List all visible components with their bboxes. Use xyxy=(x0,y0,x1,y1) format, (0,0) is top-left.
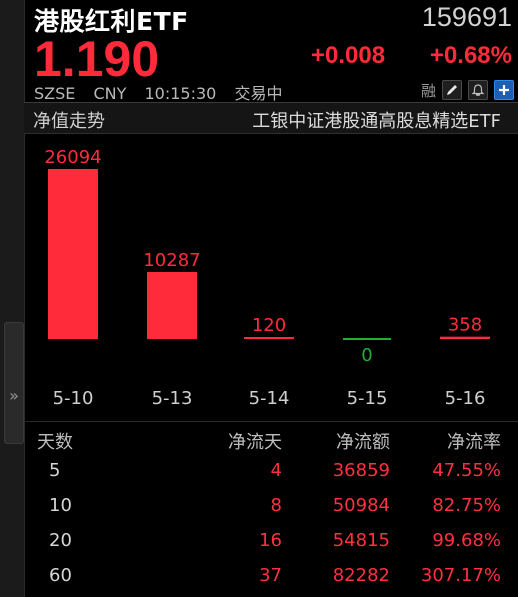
section-title: 净值走势 xyxy=(33,111,105,132)
edit-icon[interactable] xyxy=(442,80,462,100)
category-label: 5-13 xyxy=(152,388,193,409)
left-sidebar: » xyxy=(0,0,25,597)
security-code: 159691 xyxy=(421,2,512,32)
column-header: 净流率 xyxy=(447,432,501,453)
header-actions: 融 xyxy=(421,80,514,100)
data-label: 10287 xyxy=(143,250,200,271)
margin-trading-badge: 融 xyxy=(420,81,436,100)
data-label: 0 xyxy=(361,345,372,366)
bar-5-13 xyxy=(147,271,197,339)
category-label: 5-15 xyxy=(347,388,388,409)
bar-5-10 xyxy=(48,169,98,339)
bar-5-15 xyxy=(343,338,391,340)
column-header: 天数 xyxy=(37,432,73,453)
table-cell: 99.68% xyxy=(432,530,501,551)
data-label: 26094 xyxy=(44,147,101,168)
table-cell: 37 xyxy=(259,565,282,586)
data-label: 120 xyxy=(252,315,286,336)
table-cell: 60 xyxy=(49,565,72,586)
column-header: 净流天 xyxy=(228,432,282,453)
price-change-percent: +0.68% xyxy=(429,42,512,69)
table-row: 5 4 36859 47.55% xyxy=(24,456,518,488)
table-cell: 47.55% xyxy=(432,460,501,481)
trade-status: 交易中 xyxy=(234,84,283,103)
table-cell: 54815 xyxy=(332,530,390,551)
table-cell: 20 xyxy=(49,530,72,551)
table-cell: 5 xyxy=(49,460,61,481)
table-cell: 82282 xyxy=(332,565,390,586)
table-cell: 50984 xyxy=(332,495,390,516)
table-cell: 8 xyxy=(270,495,282,516)
table-row: 10 8 50984 82.75% xyxy=(24,491,518,523)
exchange-label: SZSE xyxy=(34,84,76,103)
table-cell: 82.75% xyxy=(432,495,501,516)
flow-stats-table: 天数 净流天 净流额 净流率 5 4 36859 47.55% 10 8 509… xyxy=(24,421,518,586)
price-change: +0.008 xyxy=(311,42,386,69)
status-line: SZSE CNY 10:15:30 交易中 xyxy=(34,80,295,104)
column-header: 净流额 xyxy=(336,432,390,453)
bell-icon[interactable] xyxy=(468,80,488,100)
quote-time: 10:15:30 xyxy=(144,84,217,103)
expand-sidebar-icon[interactable]: » xyxy=(5,384,23,408)
table-cell: 36859 xyxy=(332,460,390,481)
category-label: 5-14 xyxy=(249,388,290,409)
table-cell: 4 xyxy=(270,460,282,481)
table-cell: 307.17% xyxy=(420,565,501,586)
table-cell: 16 xyxy=(259,530,282,551)
table-row: 60 37 82282 307.17% xyxy=(24,561,518,593)
currency-label: CNY xyxy=(93,84,127,103)
data-label: 358 xyxy=(448,315,482,336)
category-label: 5-10 xyxy=(53,388,94,409)
section-header: 净值走势 工银中证港股通高股息精选ETF xyxy=(24,103,518,134)
table-cell: 10 xyxy=(49,495,72,516)
fund-full-name: 工银中证港股通高股息精选ETF xyxy=(252,111,501,132)
net-flow-bar-chart: 26094 5-10 10287 5-13 120 5-14 0 5-15 358 5-16 xyxy=(44,147,490,409)
bar-5-16 xyxy=(440,336,490,339)
table-header-row: 天数 净流天 净流额 净流率 xyxy=(24,424,518,456)
bar-5-14 xyxy=(244,337,294,339)
sidebar-tab[interactable] xyxy=(4,322,24,444)
category-label: 5-16 xyxy=(445,388,486,409)
table-row: 20 16 54815 99.68% xyxy=(24,526,518,558)
add-icon[interactable] xyxy=(494,80,514,100)
